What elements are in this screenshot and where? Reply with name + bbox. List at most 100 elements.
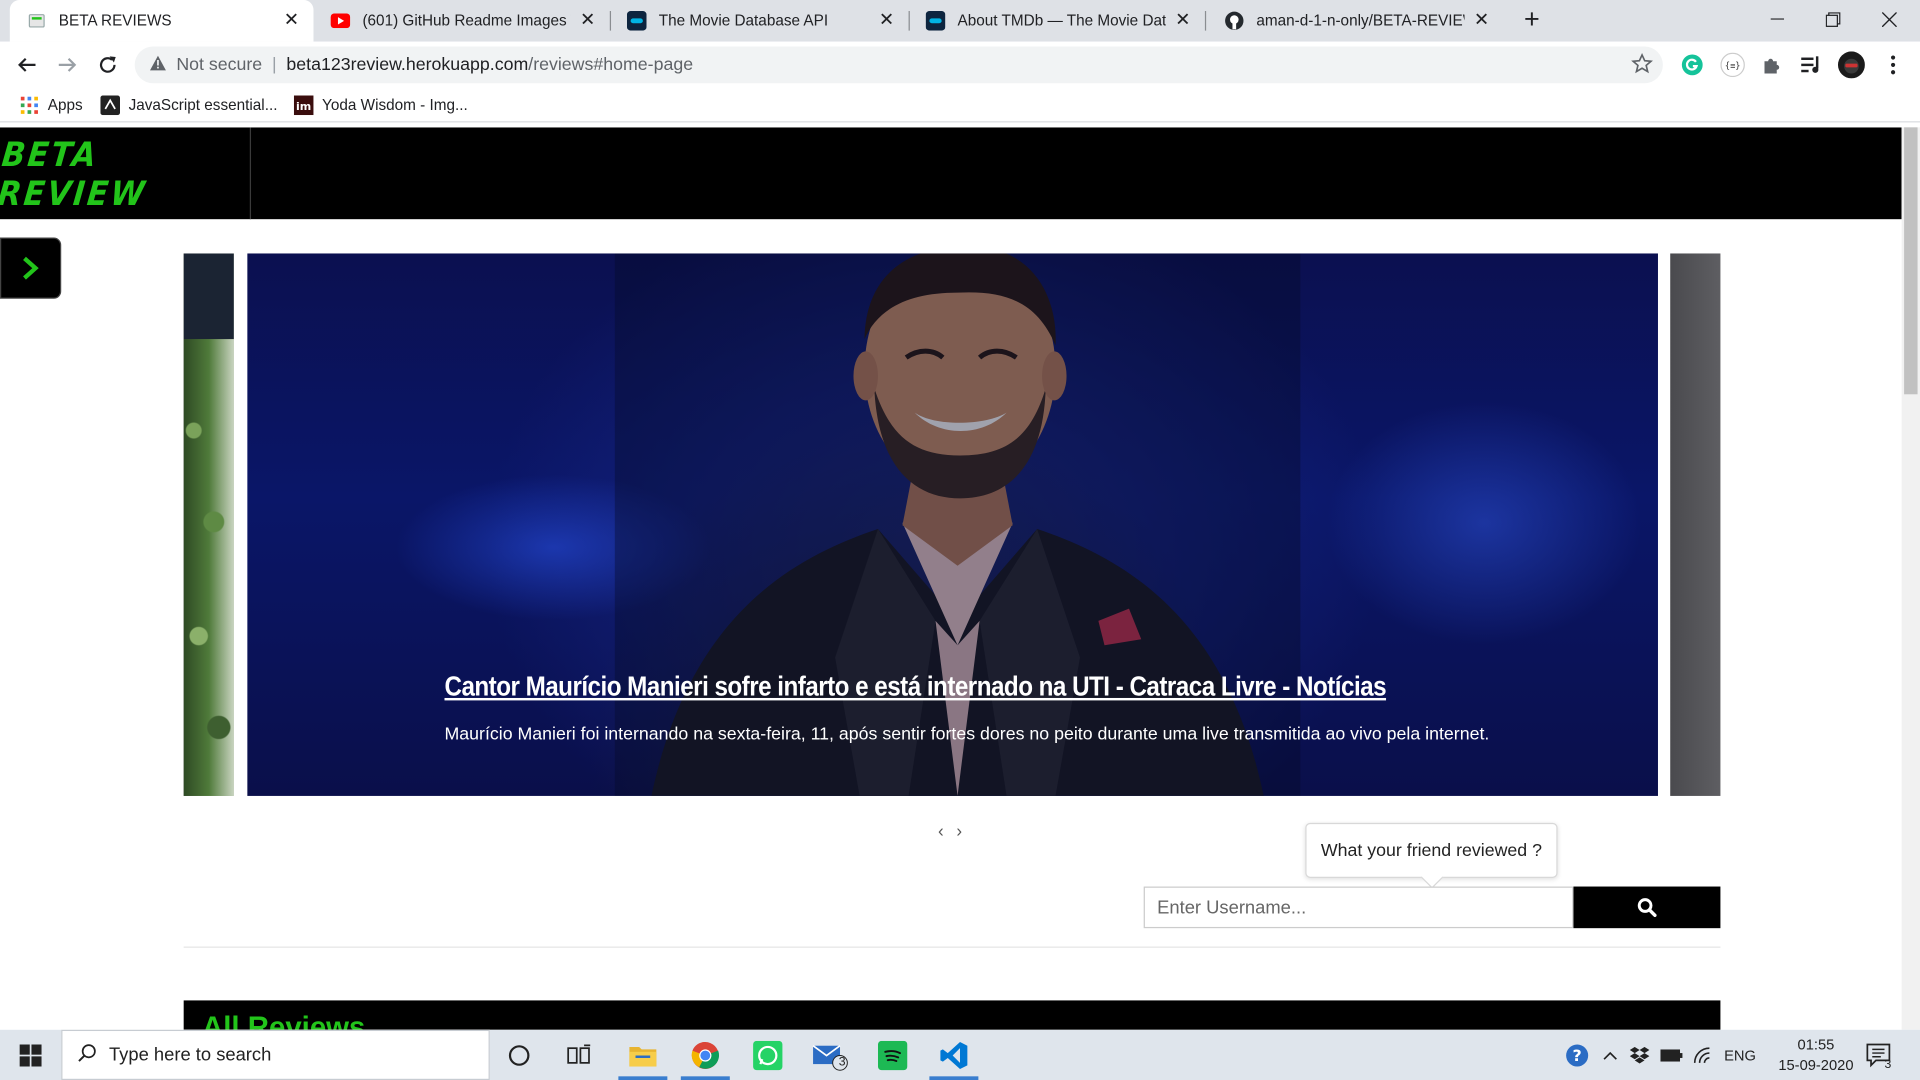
spotify-icon[interactable] [863,1030,922,1080]
bookmark-star-icon[interactable] [1631,52,1653,80]
bookmark-apps[interactable]: Apps [20,94,83,116]
slide-title-link[interactable]: Cantor Maurício Manieri sofre infarto e … [444,670,1476,703]
media-control-icon[interactable] [1798,51,1825,78]
windows-start-button[interactable] [0,1030,61,1080]
bookmark-javascript[interactable]: JavaScript essential... [100,94,277,116]
friend-search-form [1143,886,1721,929]
mail-unread-badge: 3 [838,1055,846,1069]
svg-text:{≡}: {≡} [1725,62,1740,72]
tab-title: aman-d-1-n-only/BETA-REVIEW [1256,12,1465,30]
javascript-site-icon [100,95,121,116]
close-icon[interactable]: ✕ [877,10,897,31]
tab-title: About TMDb — The Movie Datab [957,12,1166,30]
json-viewer-icon[interactable]: {≡} [1719,51,1746,78]
browser-toolbar: Not secure | beta123review.herokuapp.com… [0,41,1920,89]
search-button[interactable] [1573,886,1721,929]
carousel-slide[interactable]: Cantor Maurício Manieri sofre infarto e … [247,253,1658,796]
close-icon[interactable]: ✕ [1472,10,1492,31]
slide-description: Maurício Manieri foi internando na sexta… [444,724,1490,745]
tmdb-icon [925,11,946,31]
apps-grid-icon [20,96,40,116]
url-host: beta123review.herokuapp.com [286,55,529,75]
battery-icon[interactable] [1660,1030,1683,1080]
clock-time: 01:55 [1797,1035,1835,1054]
scrollbar-thumb[interactable] [1904,127,1918,395]
section-divider [183,946,1721,948]
friend-search-tooltip: What your friend reviewed ? [1305,822,1558,878]
tab-about-tmdb[interactable]: About TMDb — The Movie Datab ✕ [909,0,1205,42]
dropbox-icon[interactable] [1629,1030,1650,1080]
youtube-icon [330,11,351,31]
bookmark-label: JavaScript essential... [128,96,278,114]
file-explorer-icon[interactable] [613,1030,672,1080]
slide-caption: Cantor Maurício Manieri sofre infarto e … [444,670,1644,745]
site-logo[interactable]: BETA REVIEW [0,127,252,220]
bookmark-label: Apps [47,96,83,114]
tab-github[interactable]: aman-d-1-n-only/BETA-REVIEW ✕ [1207,0,1503,42]
web-page: BETA REVIEW Cantor Maurício Manieri sofr… [0,127,1902,1030]
system-clock[interactable]: 01:55 15-09-2020 [1773,1035,1859,1077]
svg-text:?: ? [1573,1045,1582,1064]
whatsapp-icon[interactable] [738,1030,797,1080]
address-bar[interactable]: Not secure | beta123review.herokuapp.com… [134,46,1663,84]
background-glow [1324,400,1644,646]
new-tab-button[interactable]: + [1518,6,1545,33]
tab-strip: BETA REVIEWS ✕ (601) GitHub Readme Image… [0,0,1920,42]
divider: | [271,55,277,75]
bookmark-yoda[interactable]: im Yoda Wisdom - Img... [293,94,468,116]
minimize-icon[interactable] [1749,0,1805,39]
vscode-icon[interactable] [924,1030,983,1080]
extensions-puzzle-icon[interactable] [1758,51,1785,78]
carousel-next-button[interactable]: › [956,820,962,840]
taskbar-search-box[interactable]: Type here to search [61,1029,490,1080]
brand-name: BETA REVIEW [0,134,149,213]
tab-beta-reviews[interactable]: BETA REVIEWS ✕ [9,0,314,42]
task-view-icon[interactable] [550,1030,609,1080]
chrome-icon[interactable] [676,1030,735,1080]
chrome-menu-icon[interactable] [1880,51,1907,78]
reload-icon[interactable] [93,50,122,79]
next-slide-preview[interactable] [1670,253,1721,796]
imgflip-icon: im [293,95,314,116]
site-header: BETA REVIEW [0,127,1902,220]
previous-slide-preview[interactable] [183,253,234,796]
language-indicator[interactable]: ENG [1724,1030,1756,1080]
wifi-icon[interactable] [1692,1030,1712,1080]
windows-logo-icon [19,1043,42,1066]
back-icon[interactable] [12,50,41,79]
notification-count-badge: 3 [1884,1057,1892,1072]
taskbar-search-placeholder: Type here to search [108,1044,272,1066]
bookmark-label: Yoda Wisdom - Img... [322,96,468,114]
chevron-right-icon [23,256,39,280]
forward-icon[interactable] [53,50,82,79]
github-icon [1225,11,1245,31]
username-input[interactable] [1143,886,1574,929]
security-label: Not secure [176,55,263,75]
window-close-icon[interactable] [1861,0,1917,39]
carousel-prev-button[interactable]: ‹ [938,820,944,840]
mail-icon[interactable]: 3 [801,1030,860,1080]
svg-text:im: im [296,100,311,113]
help-tray-icon[interactable]: ? [1565,1030,1589,1080]
tmdb-icon [626,11,647,31]
restore-icon[interactable] [1805,0,1861,39]
all-reviews-heading: All Reviews [202,1011,366,1030]
close-icon[interactable]: ✕ [1173,10,1193,31]
grammarly-icon[interactable] [1679,51,1706,78]
show-hidden-icons-icon[interactable] [1603,1030,1618,1080]
close-icon[interactable]: ✕ [578,10,598,31]
tab-title: (601) GitHub Readme Images Tut [362,12,571,30]
windows-taskbar: Type here to search 3 ? ENG 01:55 15-09-… [0,1029,1920,1080]
notifications-icon[interactable]: 3 [1866,1030,1893,1080]
cortana-icon[interactable] [490,1030,549,1080]
profile-avatar-icon[interactable] [1837,51,1865,79]
close-icon[interactable]: ✕ [282,10,302,31]
search-icon [77,1043,97,1067]
all-reviews-section: All Reviews [183,1000,1721,1030]
sidebar-toggle-button[interactable] [0,237,62,299]
tab-tmdb-api[interactable]: The Movie Database API ✕ [610,0,909,42]
tab-youtube[interactable]: (601) GitHub Readme Images Tut ✕ [313,0,609,42]
bookmarks-bar: Apps JavaScript essential... im Yoda Wis… [0,88,1920,123]
tab-title: BETA REVIEWS [58,12,172,30]
page-scrollbar[interactable] [1901,127,1920,1030]
